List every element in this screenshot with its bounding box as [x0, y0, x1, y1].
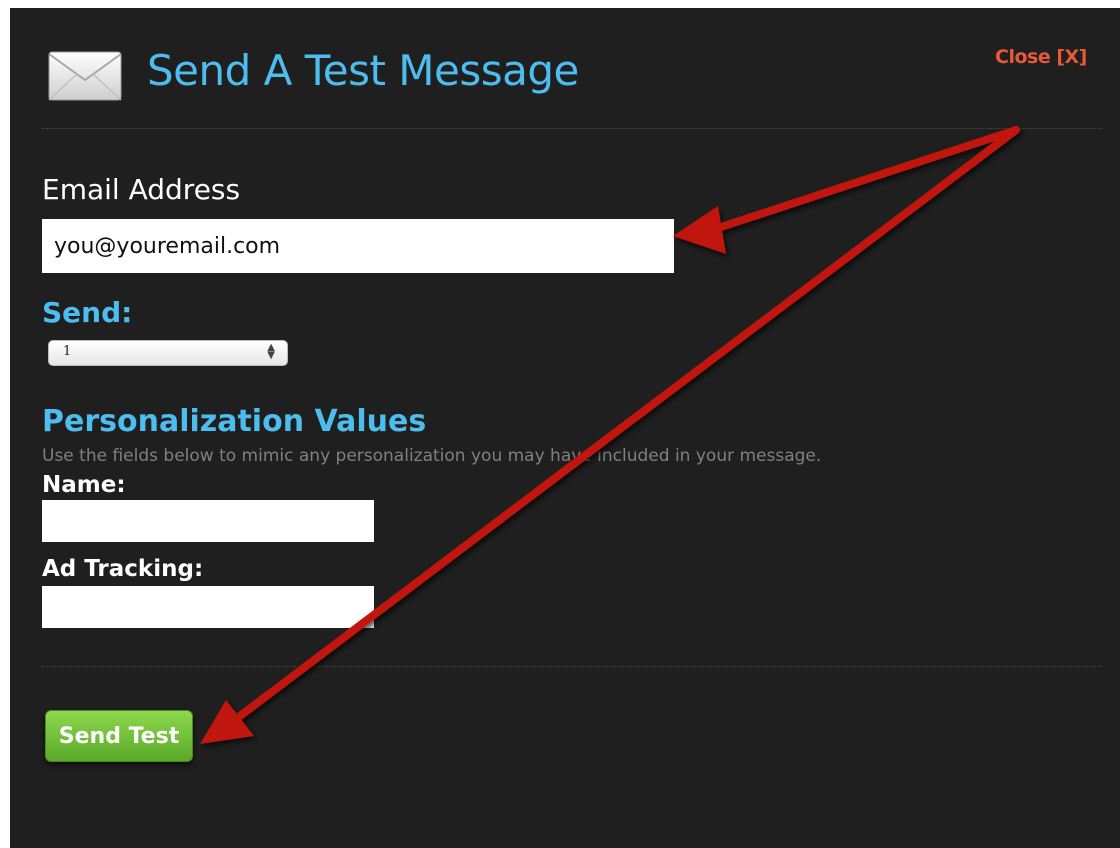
ad-tracking-input[interactable]	[42, 586, 374, 628]
ad-tracking-label: Ad Tracking:	[42, 556, 204, 582]
dialog-title: Send A Test Message	[147, 46, 579, 95]
email-address-label: Email Address	[42, 173, 241, 206]
updown-arrows-icon: ▲ ▼	[267, 342, 275, 361]
personalization-description: Use the fields below to mimic any person…	[42, 446, 822, 466]
header-divider	[42, 128, 1102, 129]
name-label: Name:	[42, 472, 126, 498]
name-input[interactable]	[42, 500, 374, 542]
envelope-icon	[48, 51, 122, 101]
test-message-dialog: Send A Test Message Close [X] Email Addr…	[10, 8, 1120, 848]
close-button[interactable]: Close [X]	[995, 46, 1087, 68]
email-address-input[interactable]	[42, 219, 674, 273]
personalization-heading: Personalization Values	[42, 404, 427, 439]
send-count-value: 1	[63, 344, 72, 359]
send-count-select[interactable]: 1 ▲ ▼	[48, 340, 288, 366]
footer-divider	[42, 666, 1102, 667]
dialog-header: Send A Test Message Close [X]	[10, 8, 1120, 128]
send-count-label: Send:	[42, 296, 133, 329]
send-test-button[interactable]: Send Test	[45, 710, 193, 762]
